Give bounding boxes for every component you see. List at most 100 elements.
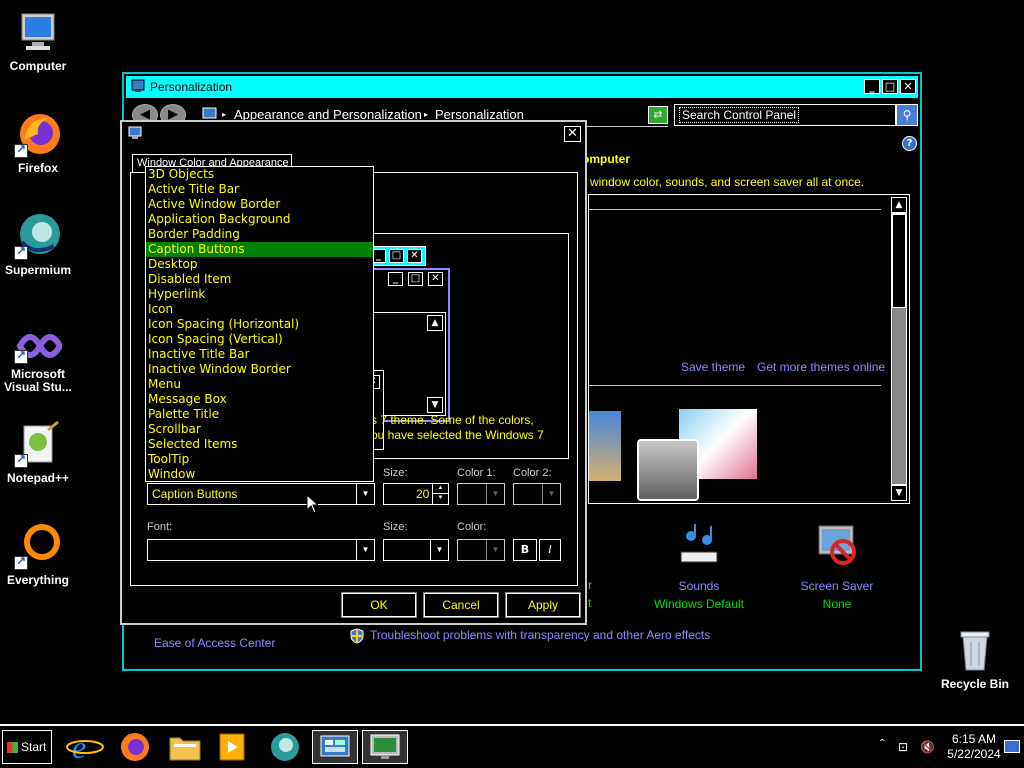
screensaver-setting[interactable]: Screen Saver None [790, 522, 884, 611]
scroll-down-arrow-icon[interactable]: ▼ [891, 485, 907, 501]
search-input[interactable]: Search Control Panel [674, 104, 896, 126]
chevron-down-icon[interactable]: ▼ [356, 540, 374, 560]
font-label: Font: [147, 521, 173, 533]
dropdown-option[interactable]: Active Title Bar [146, 182, 373, 197]
breadcrumb-arrow-icon: ▸ [424, 110, 429, 119]
taskbar-supermium[interactable] [262, 730, 308, 764]
color2-picker[interactable]: ▼ [513, 483, 561, 505]
help-icon[interactable]: ? [902, 136, 917, 151]
taskbar-internet-explorer[interactable]: e [62, 729, 108, 765]
maximize-button[interactable]: □ [882, 79, 898, 94]
info-line: ou have selected the Windows 7 [371, 428, 544, 442]
item-combobox[interactable]: Caption Buttons ▼ [147, 483, 375, 505]
font-combobox[interactable]: ▼ [147, 539, 375, 561]
taskbar-firefox[interactable] [112, 730, 158, 764]
dialog-close-button[interactable]: ✕ [564, 126, 581, 142]
refresh-button[interactable]: ⇄ [648, 106, 668, 124]
show-desktop-button[interactable] [1004, 740, 1020, 753]
internet-explorer-icon: e [66, 729, 104, 765]
apply-button[interactable]: Apply [505, 592, 581, 618]
chevron-down-icon[interactable]: ▼ [430, 540, 448, 560]
dropdown-option[interactable]: Active Window Border [146, 197, 373, 212]
dropdown-option[interactable]: 3D Objects [146, 167, 373, 182]
color1-picker[interactable]: ▼ [457, 483, 505, 505]
troubleshoot-link[interactable]: Troubleshoot problems with transparency … [370, 628, 710, 642]
desktop-icon-firefox[interactable]: Firefox [0, 110, 76, 175]
spin-up-icon[interactable]: ▲ [432, 484, 448, 494]
ok-button[interactable]: OK [341, 592, 417, 618]
get-more-themes-link[interactable]: Get more themes online [757, 360, 885, 374]
search-icon[interactable]: ⚲ [896, 104, 918, 126]
show-hidden-icons-icon[interactable]: ⌃ [878, 738, 886, 749]
dropdown-option[interactable]: Selected Items [146, 437, 373, 452]
dropdown-option[interactable]: Inactive Title Bar [146, 347, 373, 362]
size-label: Size: [383, 467, 408, 479]
preview-scroll-down-icon: ▼ [427, 397, 443, 413]
desktop-icon-notepadpp[interactable]: Notepad++ [0, 420, 76, 485]
dropdown-option[interactable]: Palette Title [146, 407, 373, 422]
desktop-icon-supermium[interactable]: Supermium [0, 212, 76, 277]
clock-time: 6:15 AM [951, 732, 997, 746]
scrollbar-track[interactable] [891, 213, 907, 485]
dropdown-option[interactable]: Application Background [146, 212, 373, 227]
scrollbar-thumb[interactable] [892, 214, 906, 308]
dropdown-option[interactable]: Hyperlink [146, 287, 373, 302]
item-size-stepper[interactable]: 20 ▲ ▼ [383, 483, 449, 505]
ease-of-access-link[interactable]: Ease of Access Center [154, 636, 275, 650]
dropdown-option[interactable]: Menu [146, 377, 373, 392]
start-button[interactable]: Start [2, 730, 52, 764]
dropdown-option[interactable]: Scrollbar [146, 422, 373, 437]
dropdown-option[interactable]: Disabled Item [146, 272, 373, 287]
chevron-down-icon[interactable]: ▼ [486, 540, 504, 560]
desktop-icon-visual-studio[interactable]: Microsoft Visual Stu... [0, 328, 76, 394]
taskbar-personalization[interactable] [362, 730, 408, 764]
divider [589, 209, 881, 210]
volume-muted-icon[interactable]: 🔇 [920, 740, 935, 754]
dropdown-option[interactable]: Icon Spacing (Vertical) [146, 332, 373, 347]
cancel-button[interactable]: Cancel [423, 592, 499, 618]
taskbar-file-explorer[interactable] [162, 730, 208, 764]
taskbar-control-panel[interactable] [312, 730, 358, 764]
bold-button[interactable]: B [513, 539, 537, 561]
themes-list[interactable]: Save theme Get more themes online ▲ ▼ [588, 194, 910, 504]
system-clock[interactable]: 6:15 AM 5/22/2024 [946, 732, 1002, 762]
color1-label: Color 1: [457, 467, 496, 479]
chevron-down-icon[interactable]: ▼ [486, 484, 504, 504]
window-titlebar[interactable]: Personalization _ □ ✕ [126, 76, 918, 98]
recycle-bin-icon [951, 626, 999, 674]
dropdown-option[interactable]: Icon Spacing (Horizontal) [146, 317, 373, 332]
dropdown-option[interactable]: Message Box [146, 392, 373, 407]
network-icon[interactable]: ⊡ [898, 740, 908, 754]
taskbar-media-player[interactable] [210, 730, 256, 764]
sounds-setting[interactable]: Sounds Windows Default [652, 522, 746, 611]
dropdown-option[interactable]: Inactive Window Border [146, 362, 373, 377]
chevron-down-icon[interactable]: ▼ [356, 484, 374, 504]
theme-thumbnail-selected[interactable] [637, 439, 699, 501]
theme-thumbnail[interactable] [589, 411, 621, 481]
italic-button[interactable]: I [539, 539, 561, 561]
dropdown-option[interactable]: Icon [146, 302, 373, 317]
close-button[interactable]: ✕ [900, 79, 916, 94]
preview-close-icon: ✕ [407, 249, 422, 263]
desktop-icon-everything[interactable]: Everything [0, 522, 76, 587]
chevron-down-icon[interactable]: ▼ [542, 484, 560, 504]
mouse-cursor-icon [306, 494, 318, 514]
font-color-picker[interactable]: ▼ [457, 539, 505, 561]
minimize-button[interactable]: _ [864, 79, 880, 94]
item-dropdown-list[interactable]: 3D Objects Active Title Bar Active Window … [145, 166, 374, 482]
font-size-combobox[interactable]: ▼ [383, 539, 449, 561]
dropdown-option[interactable]: Caption Buttons [146, 242, 373, 257]
font-size-label: Size: [383, 521, 408, 533]
dropdown-option[interactable]: Border Padding [146, 227, 373, 242]
firefox-icon [14, 110, 62, 158]
spin-down-icon[interactable]: ▼ [432, 494, 448, 504]
dropdown-option[interactable]: ToolTip [146, 452, 373, 467]
dropdown-option[interactable]: Window [146, 467, 373, 482]
scroll-up-arrow-icon[interactable]: ▲ [891, 197, 907, 213]
page-subtext: window color, sounds, and screen saver a… [590, 175, 865, 189]
shield-icon [350, 628, 364, 644]
desktop-icon-recycle-bin[interactable]: Recycle Bin [936, 626, 1014, 691]
save-theme-link[interactable]: Save theme [681, 360, 745, 374]
dropdown-option[interactable]: Desktop [146, 257, 373, 272]
desktop-icon-computer[interactable]: Computer [0, 8, 76, 73]
